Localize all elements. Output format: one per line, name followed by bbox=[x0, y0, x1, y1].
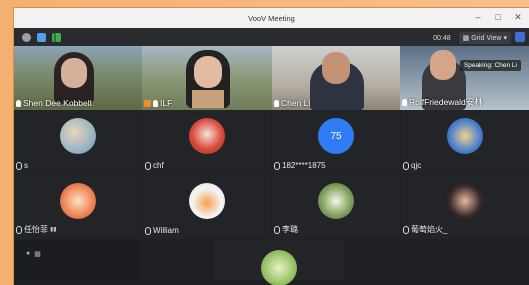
grid-view-label: Grid View bbox=[471, 34, 502, 42]
avatar bbox=[189, 118, 225, 154]
mic-icon bbox=[403, 225, 409, 234]
video-tile[interactable]: ILF bbox=[142, 46, 272, 110]
mic-icon bbox=[274, 225, 280, 234]
fullscreen-icon[interactable] bbox=[515, 32, 525, 42]
participant-label: 182****1875 bbox=[274, 161, 326, 170]
grid-icon: ▦ bbox=[462, 35, 470, 42]
avatar bbox=[60, 118, 96, 154]
mic-icon bbox=[402, 98, 407, 106]
participant-name: ILF bbox=[144, 98, 172, 108]
signal-icon: ▮▮ bbox=[50, 227, 57, 233]
participant-tile[interactable]: chf bbox=[143, 110, 271, 174]
person-icon[interactable]: ● bbox=[26, 250, 30, 258]
mic-icon bbox=[16, 161, 22, 170]
participant-name: Shen Dee Kobbelt bbox=[16, 98, 92, 108]
participant-name: RolfFriedewald安林 bbox=[402, 96, 483, 108]
mic-icon bbox=[145, 226, 151, 235]
mic-icon bbox=[145, 161, 151, 170]
grid-view-button[interactable]: ▦ Grid View ▾ bbox=[458, 32, 511, 44]
mic-icon bbox=[16, 225, 22, 234]
participant-label: 葡萄焰火_ bbox=[403, 224, 447, 235]
mic-icon bbox=[16, 99, 21, 107]
toolbar-right: 00:48 ▦ Grid View ▾ bbox=[433, 32, 511, 44]
avatar bbox=[318, 183, 354, 219]
meeting-timer: 00:48 bbox=[433, 34, 451, 42]
video-row: Shen Dee Kobbelt ILF Chen Li Speaking: C… bbox=[14, 46, 529, 110]
participant-tile[interactable]: William bbox=[143, 175, 271, 239]
mic-icon bbox=[274, 99, 279, 107]
avatar bbox=[447, 118, 483, 154]
participant-face bbox=[194, 56, 222, 88]
signal-icon[interactable] bbox=[52, 33, 61, 42]
toolbar-left-icons bbox=[22, 33, 61, 42]
participant-label: 任怡菲 ▮▮ bbox=[16, 224, 57, 235]
mic-icon bbox=[403, 161, 409, 170]
minimize-icon[interactable]: – bbox=[473, 12, 483, 23]
mic-icon bbox=[153, 99, 158, 107]
participant-scarf bbox=[192, 90, 224, 108]
video-tile[interactable]: Shen Dee Kobbelt bbox=[14, 46, 142, 110]
close-icon[interactable]: ✕ bbox=[513, 12, 523, 23]
participant-tile[interactable]: 李璐 bbox=[272, 175, 400, 239]
participant-tile[interactable] bbox=[214, 240, 344, 285]
avatar: 75 bbox=[318, 118, 354, 154]
avatar bbox=[447, 183, 483, 219]
avatar bbox=[189, 183, 225, 219]
participant-label: chf bbox=[145, 161, 164, 170]
participant-name: Chen Li bbox=[274, 98, 310, 108]
meeting-window: VooV Meeting – □ ✕ 00:48 ▦ Grid View ▾ S… bbox=[14, 8, 529, 285]
layout-icon[interactable]: ▦ bbox=[34, 250, 41, 258]
participant-tile[interactable]: 任怡菲 ▮▮ bbox=[14, 175, 142, 239]
speaking-indicator: Speaking: Chen Li bbox=[459, 60, 521, 71]
avatar bbox=[60, 183, 96, 219]
participant-label: s bbox=[16, 161, 28, 170]
participant-tile[interactable]: s bbox=[14, 110, 142, 174]
video-tile[interactable]: Chen Li bbox=[272, 46, 400, 110]
participant-tile[interactable]: 葡萄焰火_ bbox=[401, 175, 529, 239]
mic-icon bbox=[274, 161, 280, 170]
participant-label: qjc bbox=[403, 161, 421, 170]
participant-face bbox=[430, 50, 456, 80]
participant-face bbox=[322, 52, 350, 84]
avatar bbox=[261, 250, 297, 285]
bottom-tile: ● ▦ bbox=[14, 240, 142, 280]
info-icon[interactable] bbox=[22, 33, 31, 42]
video-tile[interactable]: Speaking: Chen Li RolfFriedewald安林 bbox=[400, 46, 529, 110]
shield-icon[interactable] bbox=[37, 33, 46, 42]
title-bar: VooV Meeting – □ ✕ bbox=[14, 8, 529, 28]
maximize-icon[interactable]: □ bbox=[493, 12, 503, 23]
window-controls: – □ ✕ bbox=[473, 12, 523, 23]
participant-label: 李璐 bbox=[274, 224, 298, 235]
host-icon bbox=[144, 99, 151, 107]
bottom-toolbar-icons: ● ▦ bbox=[26, 250, 41, 258]
participant-tile[interactable]: qjc bbox=[401, 110, 529, 174]
participant-label: William bbox=[145, 226, 179, 235]
meeting-toolbar: 00:48 ▦ Grid View ▾ bbox=[14, 28, 529, 48]
participant-tile[interactable]: 75 182****1875 bbox=[272, 110, 400, 174]
participant-face bbox=[61, 58, 87, 88]
chevron-down-icon: ▾ bbox=[503, 35, 507, 42]
window-title: VooV Meeting bbox=[248, 14, 295, 23]
